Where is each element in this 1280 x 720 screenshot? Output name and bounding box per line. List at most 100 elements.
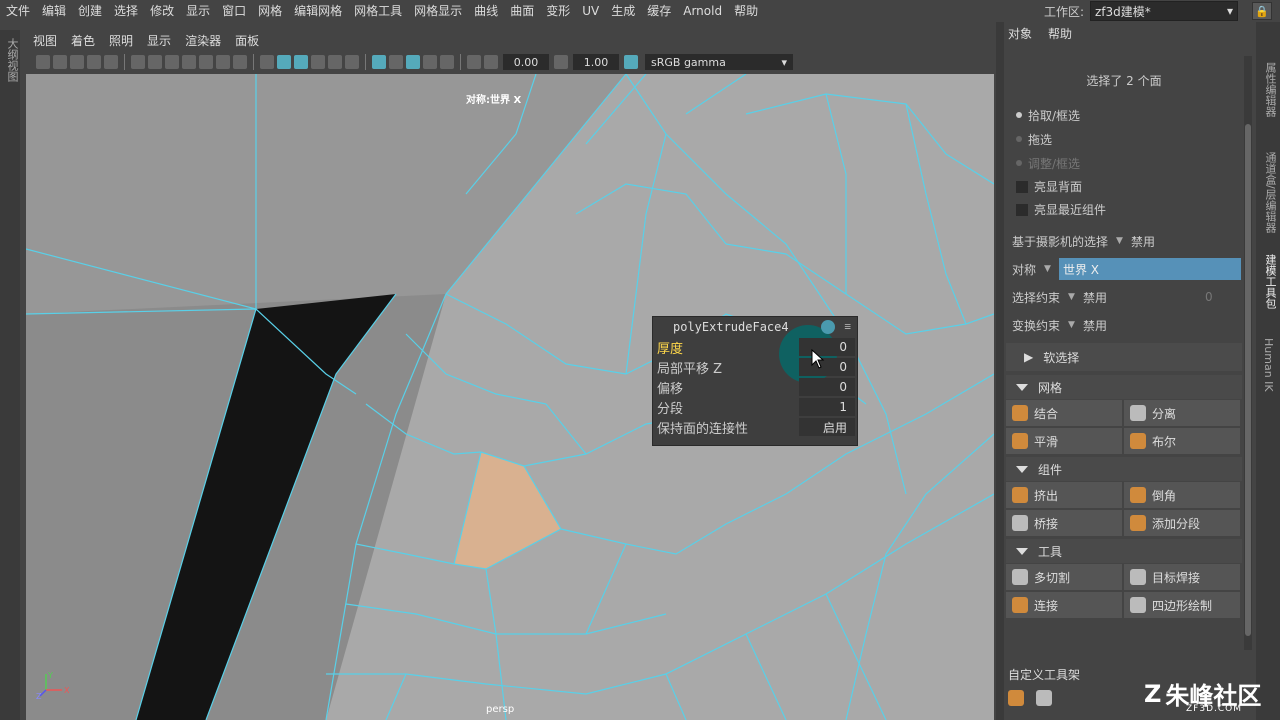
section-tools-header[interactable]: 工具 xyxy=(1006,539,1242,563)
menu-mesh[interactable]: 网格 xyxy=(252,0,288,22)
multi-cut-button[interactable]: 多切割 xyxy=(1006,564,1122,590)
menu-uv[interactable]: UV xyxy=(576,0,605,22)
checkbox[interactable] xyxy=(1016,203,1028,216)
hdr-icon[interactable] xyxy=(484,55,498,69)
symmetry-field[interactable]: 世界 X xyxy=(1058,258,1241,280)
attr-row-divisions[interactable]: 分段 1 xyxy=(653,397,857,417)
pin-icon[interactable] xyxy=(821,320,835,334)
menu-window[interactable]: 窗口 xyxy=(216,0,252,22)
check-highlight-backfaces[interactable]: 亮显背面 xyxy=(1004,175,1244,198)
workspace-dropdown[interactable]: zf3d建模* ▾ xyxy=(1090,1,1238,21)
bridge-button[interactable]: 桥接 xyxy=(1006,510,1122,536)
color-management-icon[interactable] xyxy=(624,55,638,69)
bevel-button[interactable]: 倒角 xyxy=(1124,482,1240,508)
menu-arnold[interactable]: Arnold xyxy=(677,0,728,22)
grid-icon[interactable] xyxy=(131,55,145,69)
isolate-select-icon[interactable] xyxy=(423,55,437,69)
gamma-field[interactable]: 1.00 xyxy=(573,54,619,70)
shelf-tool-icon[interactable] xyxy=(1008,690,1024,706)
target-weld-button[interactable]: 目标焊接 xyxy=(1124,564,1240,590)
attr-row-keep-faces-together[interactable]: 保持面的连接性 启用 xyxy=(653,417,857,437)
viewport-menu-shading[interactable]: 着色 xyxy=(64,32,102,49)
transform-constraint-row[interactable]: 变换约束 ▼ 禁用 xyxy=(1004,311,1244,339)
xray-joints-icon[interactable] xyxy=(389,55,403,69)
select-camera-icon[interactable] xyxy=(440,55,454,69)
section-component-header[interactable]: 组件 xyxy=(1006,457,1242,481)
radio-pick-marquee[interactable]: 拾取/框选 xyxy=(1004,103,1244,127)
menu-icon[interactable]: ≡ xyxy=(844,320,851,333)
tab-channel-box[interactable]: 通道盒/层编辑器 xyxy=(1262,152,1278,233)
exposure-field[interactable]: 0.00 xyxy=(503,54,549,70)
grease-pencil-icon[interactable] xyxy=(104,55,118,69)
attr-row-offset[interactable]: 偏移 0 xyxy=(653,377,857,397)
lock-icon[interactable]: 🔒 xyxy=(1252,2,1272,20)
attr-row-local-translate-z[interactable]: 局部平移 Z 0 xyxy=(653,357,857,377)
boolean-button[interactable]: 布尔 xyxy=(1124,428,1240,454)
safe-action-icon[interactable] xyxy=(216,55,230,69)
checkbox[interactable] xyxy=(1016,180,1028,193)
tab-modeling-toolkit[interactable]: 建模工具包 xyxy=(1262,254,1278,309)
panel-divider[interactable] xyxy=(996,22,1004,720)
menu-edit-mesh[interactable]: 编辑网格 xyxy=(288,0,348,22)
gate-mask-icon[interactable] xyxy=(182,55,196,69)
combine-button[interactable]: 结合 xyxy=(1006,400,1122,426)
quad-draw-button[interactable]: 四边形绘制 xyxy=(1124,592,1240,618)
film-gate-icon[interactable] xyxy=(148,55,162,69)
radio-drag[interactable]: 拖选 xyxy=(1004,127,1244,151)
menu-curves[interactable]: 曲线 xyxy=(468,0,504,22)
resolution-gate-icon[interactable] xyxy=(165,55,179,69)
panel-menu-object[interactable]: 对象 xyxy=(1008,25,1032,42)
section-mesh-header[interactable]: 网格 xyxy=(1006,375,1242,399)
extrude-button[interactable]: 挤出 xyxy=(1006,482,1122,508)
menu-mesh-tools[interactable]: 网格工具 xyxy=(348,0,408,22)
use-all-lights-icon[interactable] xyxy=(328,55,342,69)
radio-tweak-marquee[interactable]: 调整/框选 xyxy=(1004,151,1244,175)
xray-icon[interactable] xyxy=(372,55,386,69)
exposure-icon[interactable] xyxy=(467,55,481,69)
symmetry-row[interactable]: 对称 ▼ 世界 X xyxy=(1004,255,1244,283)
selection-constraint-row[interactable]: 选择约束 ▼ 禁用 0 xyxy=(1004,283,1244,311)
camera-bookmark-icon[interactable] xyxy=(53,55,67,69)
field-chart-icon[interactable] xyxy=(199,55,213,69)
menu-generate[interactable]: 生成 xyxy=(605,0,641,22)
tab-human-ik[interactable]: Human IK xyxy=(1262,338,1275,392)
menu-help[interactable]: 帮助 xyxy=(728,0,764,22)
wireframe-on-shaded-icon[interactable] xyxy=(294,55,308,69)
attr-value[interactable]: 0 xyxy=(799,378,855,396)
check-highlight-nearest[interactable]: 亮显最近组件 xyxy=(1004,198,1244,221)
viewport-menu-panels[interactable]: 面板 xyxy=(228,32,266,49)
camera-attributes-icon[interactable] xyxy=(36,55,50,69)
panel-menu-help[interactable]: 帮助 xyxy=(1048,25,1072,42)
smooth-button[interactable]: 平滑 xyxy=(1006,428,1122,454)
attr-value[interactable]: 启用 xyxy=(799,418,855,436)
textured-icon[interactable] xyxy=(311,55,325,69)
attr-value[interactable]: 0 xyxy=(799,338,855,356)
menu-modify[interactable]: 修改 xyxy=(144,0,180,22)
camera-based-selection-row[interactable]: 基于摄影机的选择 ▼ 禁用 xyxy=(1004,227,1244,255)
menu-display[interactable]: 显示 xyxy=(180,0,216,22)
shelf-tool-icon[interactable] xyxy=(1036,690,1052,706)
menu-file[interactable]: 文件 xyxy=(0,0,36,22)
attr-value[interactable]: 0 xyxy=(799,358,855,376)
color-space-dropdown[interactable]: sRGB gamma ▾ xyxy=(645,54,793,70)
shadows-icon[interactable] xyxy=(345,55,359,69)
gamma-icon[interactable] xyxy=(554,55,568,69)
viewport-menu-view[interactable]: 视图 xyxy=(26,32,64,49)
smooth-shade-icon[interactable] xyxy=(277,55,291,69)
menu-create[interactable]: 创建 xyxy=(72,0,108,22)
viewport-menu-renderer[interactable]: 渲染器 xyxy=(178,32,228,49)
soft-select-header[interactable]: ▶ 软选择 xyxy=(1006,343,1242,371)
panel-scrollbar-thumb[interactable] xyxy=(1245,124,1251,636)
menu-deform[interactable]: 变形 xyxy=(540,0,576,22)
connect-button[interactable]: 连接 xyxy=(1006,592,1122,618)
attr-row-thickness[interactable]: 厚度 0 xyxy=(653,337,857,357)
wireframe-icon[interactable] xyxy=(260,55,274,69)
menu-edit[interactable]: 编辑 xyxy=(36,0,72,22)
separate-button[interactable]: 分离 xyxy=(1124,400,1240,426)
viewport-menu-lighting[interactable]: 照明 xyxy=(102,32,140,49)
outliner-tab[interactable]: 大纲视图 xyxy=(4,38,20,82)
image-plane-icon[interactable] xyxy=(70,55,84,69)
menu-select[interactable]: 选择 xyxy=(108,0,144,22)
menu-mesh-display[interactable]: 网格显示 xyxy=(408,0,468,22)
xray-components-icon[interactable] xyxy=(406,55,420,69)
